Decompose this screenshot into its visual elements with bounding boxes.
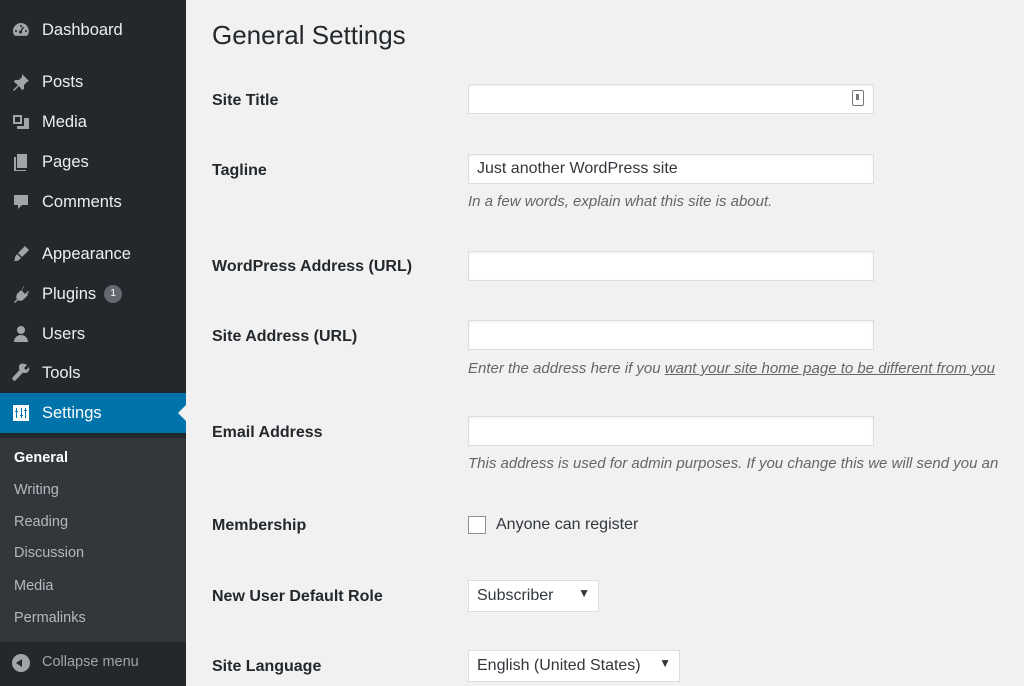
menu-settings[interactable]: Settings <box>0 393 186 433</box>
password-manager-icon[interactable] <box>852 90 864 106</box>
site-language-value: English (United States) <box>477 657 641 674</box>
settings-submenu: General Writing Reading Discussion Media… <box>0 438 186 642</box>
wp-address-input[interactable] <box>468 251 874 281</box>
media-icon <box>10 111 32 133</box>
comment-icon <box>10 191 32 213</box>
tagline-input[interactable] <box>468 154 874 184</box>
menu-plugins[interactable]: Plugins 1 <box>0 276 186 312</box>
site-address-description: Enter the address here if you want your … <box>468 360 995 377</box>
email-label: Email Address <box>212 424 323 441</box>
dashboard-icon <box>10 19 32 41</box>
submenu-general[interactable]: General <box>14 450 68 466</box>
default-role-value: Subscriber <box>477 587 554 604</box>
tagline-description: In a few words, explain what this site i… <box>468 193 773 210</box>
admin-sidebar: Dashboard Posts Media Pages Comments App… <box>0 0 186 686</box>
menu-label: Media <box>42 112 87 131</box>
menu-label: Plugins 1 <box>42 284 123 304</box>
menu-label: Pages <box>42 152 89 171</box>
page-title: General Settings <box>212 20 406 50</box>
email-description: This address is used for admin purposes.… <box>468 455 999 472</box>
site-address-label: Site Address (URL) <box>212 328 358 345</box>
menu-dashboard[interactable]: Dashboard <box>0 12 186 48</box>
submenu-permalinks[interactable]: Permalinks <box>14 610 86 626</box>
tagline-label: Tagline <box>212 162 267 179</box>
menu-label: Dashboard <box>42 20 123 39</box>
site-address-input[interactable] <box>468 320 874 350</box>
menu-label: Comments <box>42 192 122 211</box>
submenu-writing[interactable]: Writing <box>14 482 59 498</box>
email-input[interactable] <box>468 416 874 446</box>
collapse-icon <box>12 654 30 672</box>
site-title-label: Site Title <box>212 92 279 109</box>
menu-comments[interactable]: Comments <box>0 184 186 220</box>
submenu-reading[interactable]: Reading <box>14 514 68 530</box>
collapse-label: Collapse menu <box>42 654 139 670</box>
menu-users[interactable]: Users <box>0 316 186 352</box>
site-address-help-link[interactable]: want your site home page to be different… <box>665 360 995 377</box>
menu-tools[interactable]: Tools <box>0 355 186 391</box>
default-role-label: New User Default Role <box>212 588 383 605</box>
user-icon <box>10 323 32 345</box>
menu-label: Appearance <box>42 244 131 263</box>
submenu-media[interactable]: Media <box>14 578 54 594</box>
brush-icon <box>10 243 32 265</box>
site-language-label: Site Language <box>212 658 322 675</box>
menu-label: Settings <box>42 403 102 422</box>
settings-icon <box>10 402 32 424</box>
menu-pages[interactable]: Pages <box>0 144 186 180</box>
dropdown-arrow-icon: ▼ <box>578 586 590 600</box>
dropdown-arrow-icon: ▼ <box>659 656 671 670</box>
collapse-menu-button[interactable]: Collapse menu <box>0 644 186 682</box>
anyone-can-register-label[interactable]: Anyone can register <box>496 516 638 534</box>
membership-label: Membership <box>212 517 307 534</box>
update-count-badge: 1 <box>104 285 123 304</box>
anyone-can-register-checkbox[interactable] <box>468 516 486 534</box>
site-title-input[interactable] <box>468 84 874 114</box>
main-content: General Settings Site Title Tagline In a… <box>186 0 1024 686</box>
pages-icon <box>10 151 32 173</box>
pin-icon <box>10 71 32 93</box>
wrench-icon <box>10 362 32 384</box>
menu-posts[interactable]: Posts <box>0 64 186 100</box>
menu-media[interactable]: Media <box>0 104 186 140</box>
menu-appearance[interactable]: Appearance <box>0 236 186 272</box>
active-indicator <box>178 405 186 421</box>
plugin-icon <box>10 283 32 305</box>
site-language-select[interactable]: English (United States) ▼ <box>468 650 680 682</box>
menu-label: Users <box>42 324 86 343</box>
default-role-select[interactable]: Subscriber ▼ <box>468 580 599 612</box>
wp-address-label: WordPress Address (URL) <box>212 258 413 275</box>
submenu-discussion[interactable]: Discussion <box>14 545 84 561</box>
site-address-desc-text: Enter the address here if you <box>468 360 665 377</box>
plugins-label: Plugins <box>42 284 97 303</box>
menu-label: Posts <box>42 72 84 91</box>
menu-label: Tools <box>42 363 81 382</box>
